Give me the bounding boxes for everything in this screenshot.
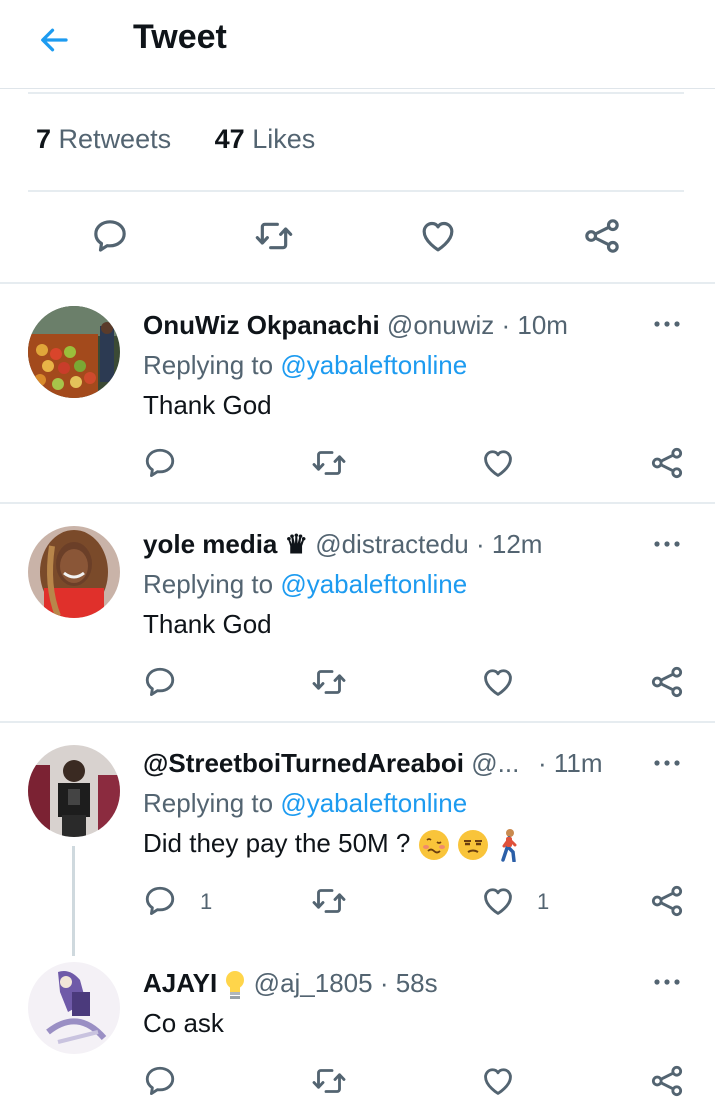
header-divider [0,88,715,89]
more-options-icon[interactable] [650,314,684,334]
avatar[interactable] [28,745,120,837]
reply-icon[interactable] [142,1063,178,1099]
more-options-icon[interactable] [650,753,684,773]
arrow-left-icon[interactable] [36,22,72,58]
divider [28,190,684,192]
reply-header: @StreetboiTurnedAreaboi @... [143,748,519,779]
user-handle[interactable]: @aj_1805 [254,968,373,998]
thread-line [72,846,75,956]
retweet-icon[interactable] [311,883,347,919]
mention-link[interactable]: @yabaleftonline [280,788,467,818]
like-icon[interactable] [480,664,516,700]
timestamp: · 12m [476,529,543,559]
page-title: Tweet [133,18,227,56]
person-walking-emoji [496,828,522,863]
retweet-icon[interactable] [311,664,347,700]
share-icon[interactable] [649,883,685,919]
share-icon[interactable] [649,664,685,700]
display-name[interactable]: AJAYI [143,968,217,998]
reply-icon[interactable] [142,664,178,700]
reply-icon[interactable] [90,216,130,256]
timestamp-container: · 11m [538,748,603,779]
replying-to: Replying to @yabaleftonline [143,569,468,599]
avatar[interactable] [28,962,120,1054]
display-name[interactable]: @StreetboiTurnedAreaboi [143,748,464,778]
display-name[interactable]: yole media [143,529,277,559]
like-icon[interactable] [480,883,516,919]
reply-header: yole media ♛ @distractedu · 12m [143,529,542,560]
top-app-bar: Tweet [0,0,715,88]
like-icon[interactable] [418,216,458,256]
retweet-icon[interactable] [311,1063,347,1099]
share-icon[interactable] [649,445,685,481]
reply-text: Co ask [143,1008,224,1038]
reply-icon[interactable] [142,883,178,919]
replying-to: Replying to @yabaleftonline [143,350,468,380]
reply-text: Thank God [143,609,272,639]
divider [0,502,715,504]
divider [0,721,715,723]
timestamp: · 10m [501,310,568,340]
like-icon[interactable] [480,1063,516,1099]
mention-link[interactable]: @yabaleftonline [280,569,467,599]
crown-badge: ♛ [284,529,308,559]
retweet-icon[interactable] [311,445,347,481]
retweet-icon[interactable] [254,216,294,256]
retweets-stat[interactable]: 7 Retweets [36,124,171,154]
divider [28,92,684,94]
reply-header: OnuWiz Okpanachi @onuwiz · 10m [143,310,568,341]
tweet-stats: 7 Retweets 47 Likes [36,124,351,155]
mention-link[interactable]: @yabaleftonline [280,350,467,380]
more-options-icon[interactable] [650,972,684,992]
reply-icon[interactable] [142,445,178,481]
share-icon[interactable] [582,216,622,256]
likes-stat[interactable]: 47 Likes [215,124,316,154]
replying-to: Replying to @yabaleftonline [143,788,468,818]
user-handle[interactable]: @onuwiz [387,310,494,340]
woozy-face-emoji [418,829,450,861]
like-count: 1 [537,889,550,914]
display-name[interactable]: OnuWiz Okpanachi [143,310,380,340]
avatar[interactable] [28,306,120,398]
reply-text: Did they pay the 50M ? [143,828,411,858]
unamused-face-emoji [457,829,489,861]
reply-count: 1 [200,889,213,914]
timestamp: · 11m [538,748,603,778]
reply-header: AJAYI @aj_1805 · 58s [143,968,438,1001]
share-icon[interactable] [649,1063,685,1099]
user-handle[interactable]: @distractedu [315,529,469,559]
timestamp: · 58s [379,968,438,998]
light-bulb-emoji [224,969,246,1001]
user-handle[interactable]: @... [471,748,519,778]
more-options-icon[interactable] [650,534,684,554]
avatar[interactable] [28,526,120,618]
reply-text-container: Did they pay the 50M ? [143,828,522,863]
reply-text: Thank God [143,390,272,420]
divider [0,282,715,284]
like-icon[interactable] [480,445,516,481]
